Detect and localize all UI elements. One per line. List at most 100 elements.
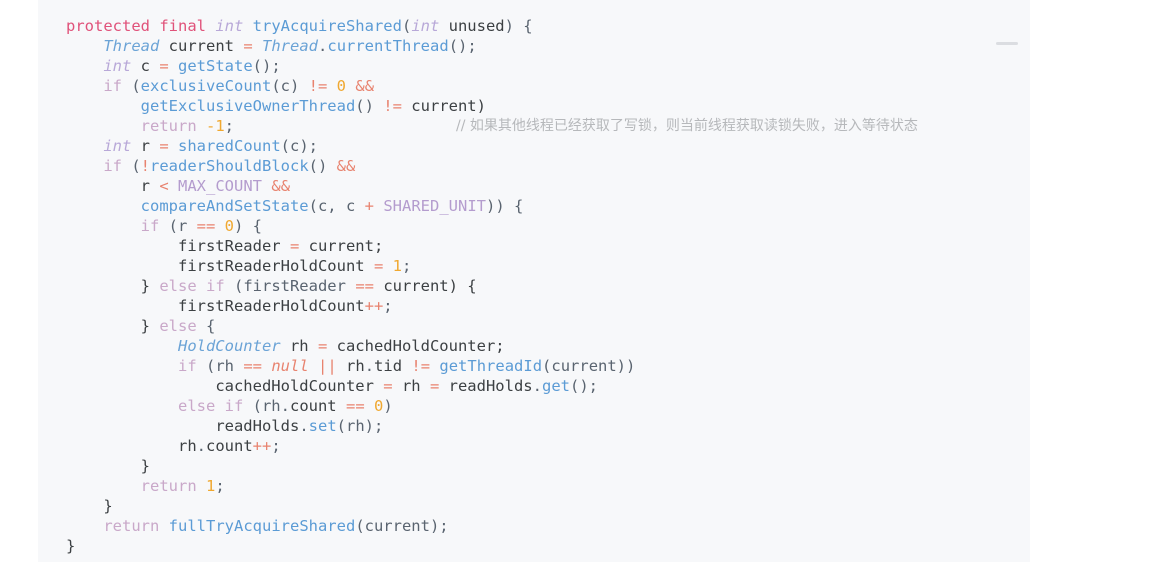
- code-line: return 1;: [38, 476, 635, 496]
- code-line: firstReader = current;: [38, 236, 635, 256]
- code-token: ) {: [234, 217, 263, 235]
- scroll-indicator[interactable]: [996, 42, 1018, 45]
- code-token: (c);: [280, 137, 318, 155]
- code-token: ) {: [504, 17, 533, 35]
- code-line: rh.count++;: [38, 436, 635, 456]
- code-token: return: [103, 517, 160, 535]
- code-line: firstReaderHoldCount++;: [38, 296, 635, 316]
- code-line: }: [38, 456, 635, 476]
- code-card: protected final int tryAcquireShared(int…: [38, 0, 1030, 562]
- code-token: (): [355, 97, 384, 115]
- code-line: return fullTryAcquireShared(current);: [38, 516, 635, 536]
- code-token: {: [196, 317, 216, 335]
- code-token: .: [280, 397, 290, 415]
- code-token: =: [159, 137, 169, 155]
- code-token: set: [308, 417, 337, 435]
- code-line: if (exclusiveCount(c) != 0 &&: [38, 76, 635, 96]
- code-token: !: [140, 157, 151, 175]
- code-token: .: [196, 437, 206, 455]
- code-token: ();: [252, 57, 281, 75]
- code-token: cachedHoldCounter: [215, 377, 384, 395]
- code-token: !=: [383, 97, 402, 115]
- code-token: (current)): [542, 357, 636, 375]
- code-token: }: [103, 497, 113, 515]
- code-token: return: [140, 117, 197, 135]
- code-line: readHolds.set(rh);: [38, 416, 635, 436]
- code-token: current) {: [373, 277, 477, 295]
- code-token: 1: [392, 257, 402, 275]
- code-token: 0: [224, 217, 235, 235]
- code-token: (): [308, 157, 337, 175]
- code-token: =: [317, 337, 328, 355]
- code-token: HoldCounter: [177, 337, 281, 355]
- code-token: readerShouldBlock: [150, 157, 309, 175]
- code-token: }: [140, 317, 160, 335]
- code-token: 0: [374, 397, 384, 415]
- code-token: ==: [243, 357, 262, 375]
- code-token: !=: [308, 77, 328, 95]
- code-token: int: [103, 137, 132, 155]
- code-token: current: [159, 37, 244, 55]
- code-token: else: [159, 317, 197, 335]
- code-token: rh: [392, 377, 430, 395]
- code-token: =: [159, 57, 169, 75]
- code-token: getExclusiveOwnerThread: [140, 97, 356, 115]
- code-line: getExclusiveOwnerThread() != current): [38, 96, 635, 116]
- code-token: getThreadId: [439, 357, 543, 375]
- code-line: Thread current = Thread.currentThread();: [38, 36, 635, 56]
- code-line: } else {: [38, 316, 635, 336]
- code-token: current): [401, 97, 486, 115]
- code-line: r < MAX_COUNT &&: [38, 176, 635, 196]
- code-token: &&: [336, 157, 356, 175]
- code-token: readHolds: [215, 417, 300, 435]
- code-token: -1: [206, 117, 225, 135]
- code-token: sharedCount: [178, 137, 281, 155]
- code-line: else if (rh.count == 0): [38, 396, 635, 416]
- code-listing[interactable]: protected final int tryAcquireShared(int…: [38, 0, 918, 556]
- code-token: current;: [299, 237, 384, 255]
- code-token: }: [140, 277, 160, 295]
- code-token: else if: [159, 277, 225, 295]
- code-token: ();: [448, 37, 477, 55]
- code-line: cachedHoldCounter = rh = readHolds.get()…: [38, 376, 635, 396]
- code-token: ==: [345, 397, 365, 415]
- code-token: ): [383, 397, 393, 415]
- code-token: (rh: [243, 397, 281, 415]
- code-line: }: [38, 536, 635, 556]
- code-token: 1: [206, 477, 216, 495]
- code-token: firstReaderHoldCount: [177, 297, 365, 315]
- code-token: int: [215, 17, 244, 35]
- code-token: (: [401, 17, 412, 35]
- code-token: currentThread: [327, 37, 449, 55]
- code-line: if (rh == null || rh.tid != getThreadId(…: [38, 356, 635, 376]
- code-token: .: [299, 417, 309, 435]
- code-token: (: [122, 157, 141, 175]
- code-token: if: [103, 157, 122, 175]
- code-token: null: [271, 357, 309, 375]
